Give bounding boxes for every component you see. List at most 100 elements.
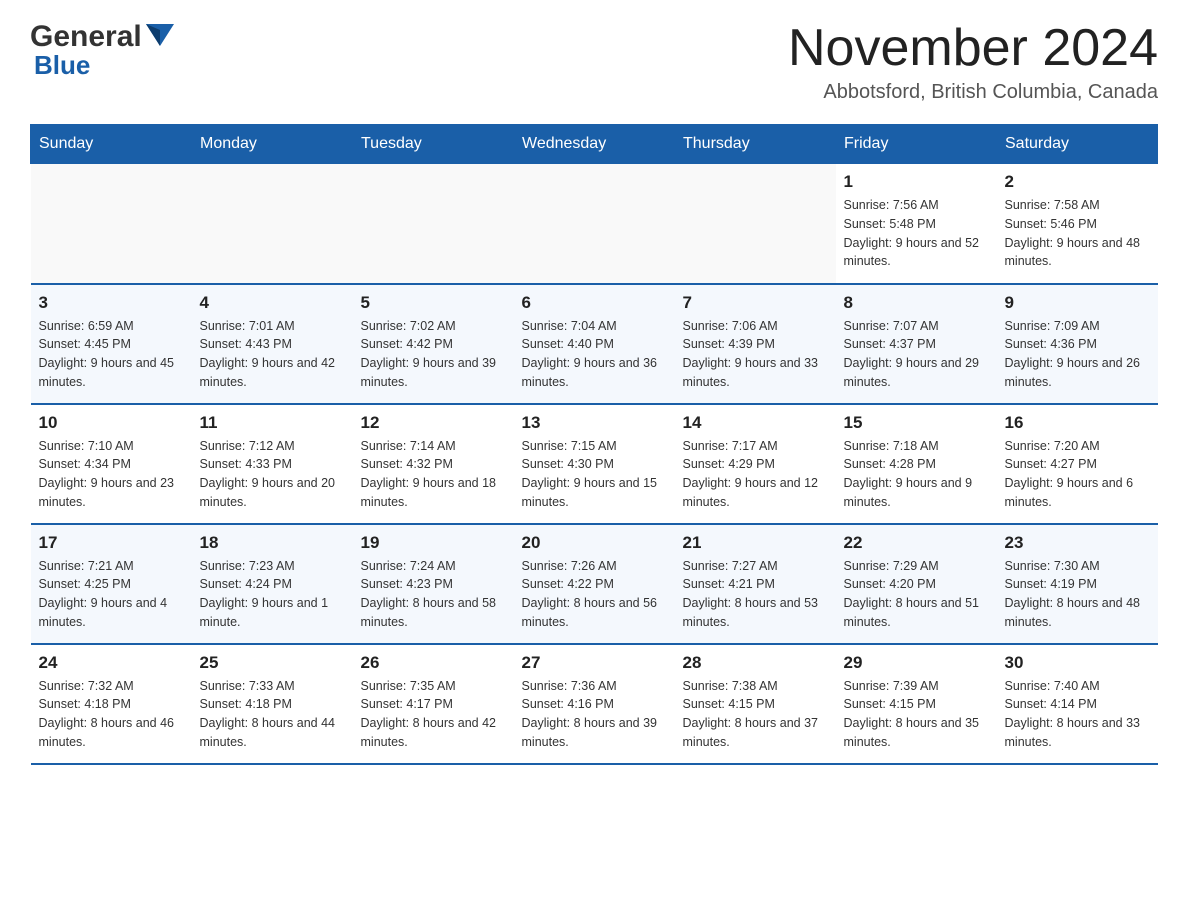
day-of-week-header: Thursday xyxy=(675,125,836,164)
calendar-cell: 13 Sunrise: 7:15 AMSunset: 4:30 PMDayligh… xyxy=(514,404,675,524)
calendar-week-row: 24Sunrise: 7:32 AMSunset: 4:18 PMDayligh… xyxy=(31,644,1158,764)
calendar-cell: 29 Sunrise: 7:39 AMSunset: 4:15 PMDayligh… xyxy=(836,644,997,764)
calendar-cell: 1 Sunrise: 7:56 AMSunset: 5:48 PMDaylight… xyxy=(836,164,997,284)
day-info: Sunrise: 7:02 AMSunset: 4:42 PMDaylight:… xyxy=(361,317,506,392)
calendar-cell: 8 Sunrise: 7:07 AMSunset: 4:37 PMDaylight… xyxy=(836,284,997,404)
day-info: Sunrise: 7:20 AMSunset: 4:27 PMDaylight:… xyxy=(1005,437,1150,512)
calendar-cell: 7 Sunrise: 7:06 AMSunset: 4:39 PMDaylight… xyxy=(675,284,836,404)
month-title: November 2024 xyxy=(788,20,1158,77)
day-info: Sunrise: 7:56 AMSunset: 5:48 PMDaylight:… xyxy=(844,196,989,271)
day-info: Sunrise: 7:26 AMSunset: 4:22 PMDaylight:… xyxy=(522,557,667,632)
day-info: Sunrise: 7:29 AMSunset: 4:20 PMDaylight:… xyxy=(844,557,989,632)
day-info: Sunrise: 7:06 AMSunset: 4:39 PMDaylight:… xyxy=(683,317,828,392)
calendar-cell: 5 Sunrise: 7:02 AMSunset: 4:42 PMDaylight… xyxy=(353,284,514,404)
day-info: Sunrise: 7:15 AMSunset: 4:30 PMDaylight:… xyxy=(522,437,667,512)
day-number: 7 xyxy=(683,293,828,313)
calendar-week-row: 1 Sunrise: 7:56 AMSunset: 5:48 PMDaylight… xyxy=(31,164,1158,284)
day-number: 11 xyxy=(200,413,345,433)
logo-blue-text: Blue xyxy=(34,50,90,81)
day-info: Sunrise: 7:21 AMSunset: 4:25 PMDaylight:… xyxy=(39,557,184,632)
day-number: 3 xyxy=(39,293,184,313)
day-number: 19 xyxy=(361,533,506,553)
day-info: Sunrise: 7:10 AMSunset: 4:34 PMDaylight:… xyxy=(39,437,184,512)
calendar-week-row: 17 Sunrise: 7:21 AMSunset: 4:25 PMDayligh… xyxy=(31,524,1158,644)
day-info: Sunrise: 7:33 AMSunset: 4:18 PMDaylight:… xyxy=(200,677,345,752)
day-info: Sunrise: 7:04 AMSunset: 4:40 PMDaylight:… xyxy=(522,317,667,392)
day-number: 20 xyxy=(522,533,667,553)
day-of-week-header: Monday xyxy=(192,125,353,164)
day-number: 1 xyxy=(844,172,989,192)
calendar-cell: 27 Sunrise: 7:36 AMSunset: 4:16 PMDayligh… xyxy=(514,644,675,764)
day-info: Sunrise: 7:14 AMSunset: 4:32 PMDaylight:… xyxy=(361,437,506,512)
day-number: 2 xyxy=(1005,172,1150,192)
calendar-cell: 26 Sunrise: 7:35 AMSunset: 4:17 PMDayligh… xyxy=(353,644,514,764)
title-block: November 2024 Abbotsford, British Columb… xyxy=(788,20,1158,104)
day-number: 25 xyxy=(200,653,345,673)
calendar-cell xyxy=(353,164,514,284)
calendar-cell xyxy=(192,164,353,284)
day-info: Sunrise: 7:58 AMSunset: 5:46 PMDaylight:… xyxy=(1005,196,1150,271)
calendar-cell: 12 Sunrise: 7:14 AMSunset: 4:32 PMDayligh… xyxy=(353,404,514,524)
day-number: 22 xyxy=(844,533,989,553)
calendar-cell: 18 Sunrise: 7:23 AMSunset: 4:24 PMDayligh… xyxy=(192,524,353,644)
day-number: 13 xyxy=(522,413,667,433)
day-number: 5 xyxy=(361,293,506,313)
calendar-cell: 4 Sunrise: 7:01 AMSunset: 4:43 PMDaylight… xyxy=(192,284,353,404)
calendar-cell: 6 Sunrise: 7:04 AMSunset: 4:40 PMDaylight… xyxy=(514,284,675,404)
day-number: 8 xyxy=(844,293,989,313)
day-info: Sunrise: 7:39 AMSunset: 4:15 PMDaylight:… xyxy=(844,677,989,752)
day-number: 30 xyxy=(1005,653,1150,673)
day-info: Sunrise: 7:30 AMSunset: 4:19 PMDaylight:… xyxy=(1005,557,1150,632)
calendar-header-row: SundayMondayTuesdayWednesdayThursdayFrid… xyxy=(31,125,1158,164)
day-info: Sunrise: 7:07 AMSunset: 4:37 PMDaylight:… xyxy=(844,317,989,392)
calendar-cell xyxy=(514,164,675,284)
day-info: Sunrise: 7:35 AMSunset: 4:17 PMDaylight:… xyxy=(361,677,506,752)
calendar-cell: 22 Sunrise: 7:29 AMSunset: 4:20 PMDayligh… xyxy=(836,524,997,644)
day-info: Sunrise: 7:27 AMSunset: 4:21 PMDaylight:… xyxy=(683,557,828,632)
day-info: Sunrise: 7:40 AMSunset: 4:14 PMDaylight:… xyxy=(1005,677,1150,752)
calendar-cell: 24Sunrise: 7:32 AMSunset: 4:18 PMDayligh… xyxy=(31,644,192,764)
day-number: 23 xyxy=(1005,533,1150,553)
day-number: 16 xyxy=(1005,413,1150,433)
day-info: Sunrise: 6:59 AMSunset: 4:45 PMDaylight:… xyxy=(39,317,184,392)
calendar-cell: 28 Sunrise: 7:38 AMSunset: 4:15 PMDayligh… xyxy=(675,644,836,764)
calendar-cell: 25 Sunrise: 7:33 AMSunset: 4:18 PMDayligh… xyxy=(192,644,353,764)
day-info: Sunrise: 7:24 AMSunset: 4:23 PMDaylight:… xyxy=(361,557,506,632)
calendar-cell xyxy=(31,164,192,284)
day-number: 29 xyxy=(844,653,989,673)
day-number: 21 xyxy=(683,533,828,553)
day-info: Sunrise: 7:23 AMSunset: 4:24 PMDaylight:… xyxy=(200,557,345,632)
day-of-week-header: Friday xyxy=(836,125,997,164)
day-info: Sunrise: 7:38 AMSunset: 4:15 PMDaylight:… xyxy=(683,677,828,752)
day-of-week-header: Wednesday xyxy=(514,125,675,164)
day-info: Sunrise: 7:09 AMSunset: 4:36 PMDaylight:… xyxy=(1005,317,1150,392)
logo-general-text: General xyxy=(30,20,142,54)
day-number: 28 xyxy=(683,653,828,673)
calendar-cell: 20 Sunrise: 7:26 AMSunset: 4:22 PMDayligh… xyxy=(514,524,675,644)
day-info: Sunrise: 7:36 AMSunset: 4:16 PMDaylight:… xyxy=(522,677,667,752)
day-number: 6 xyxy=(522,293,667,313)
day-number: 10 xyxy=(39,413,184,433)
day-of-week-header: Saturday xyxy=(997,125,1158,164)
day-number: 26 xyxy=(361,653,506,673)
day-number: 14 xyxy=(683,413,828,433)
location-text: Abbotsford, British Columbia, Canada xyxy=(788,81,1158,104)
day-number: 27 xyxy=(522,653,667,673)
day-info: Sunrise: 7:12 AMSunset: 4:33 PMDaylight:… xyxy=(200,437,345,512)
calendar-cell: 21 Sunrise: 7:27 AMSunset: 4:21 PMDayligh… xyxy=(675,524,836,644)
day-number: 18 xyxy=(200,533,345,553)
day-number: 4 xyxy=(200,293,345,313)
day-info: Sunrise: 7:32 AMSunset: 4:18 PMDaylight:… xyxy=(39,677,184,752)
calendar-cell: 10 Sunrise: 7:10 AMSunset: 4:34 PMDayligh… xyxy=(31,404,192,524)
day-info: Sunrise: 7:18 AMSunset: 4:28 PMDaylight:… xyxy=(844,437,989,512)
day-number: 17 xyxy=(39,533,184,553)
calendar-cell: 23 Sunrise: 7:30 AMSunset: 4:19 PMDayligh… xyxy=(997,524,1158,644)
calendar-cell: 11 Sunrise: 7:12 AMSunset: 4:33 PMDayligh… xyxy=(192,404,353,524)
day-number: 9 xyxy=(1005,293,1150,313)
day-info: Sunrise: 7:01 AMSunset: 4:43 PMDaylight:… xyxy=(200,317,345,392)
calendar-cell: 3 Sunrise: 6:59 AMSunset: 4:45 PMDaylight… xyxy=(31,284,192,404)
day-number: 12 xyxy=(361,413,506,433)
day-info: Sunrise: 7:17 AMSunset: 4:29 PMDaylight:… xyxy=(683,437,828,512)
calendar-cell: 19 Sunrise: 7:24 AMSunset: 4:23 PMDayligh… xyxy=(353,524,514,644)
calendar-week-row: 10 Sunrise: 7:10 AMSunset: 4:34 PMDayligh… xyxy=(31,404,1158,524)
